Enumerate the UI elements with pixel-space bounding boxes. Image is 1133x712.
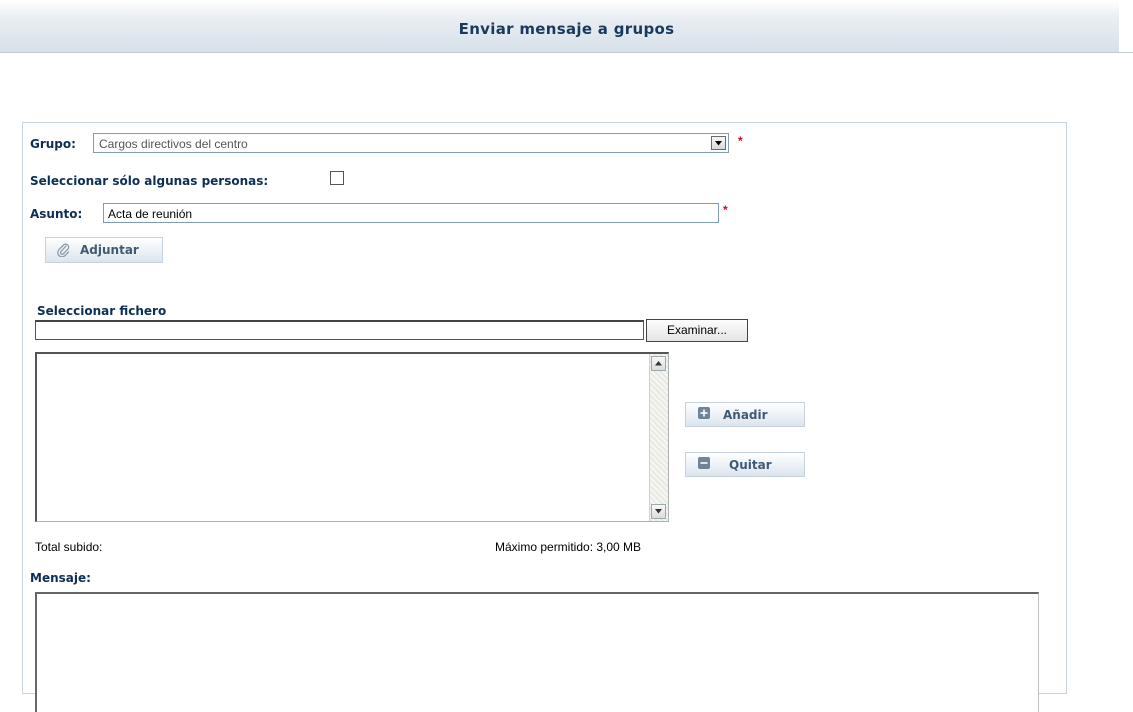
total-subido-label: Total subido: <box>35 540 103 554</box>
adjuntar-button-label: Adjuntar <box>80 243 139 257</box>
asunto-input[interactable]: Acta de reunión <box>103 203 719 223</box>
grupo-label: Grupo: <box>30 137 76 151</box>
header-edge <box>1119 0 1133 52</box>
paperclip-icon <box>57 243 70 260</box>
page-header: Enviar mensaje a grupos <box>0 0 1133 53</box>
seleccionar-fichero-title: Seleccionar fichero <box>37 304 167 318</box>
asunto-input-value: Acta de reunión <box>108 207 193 221</box>
asunto-required-mark: * <box>723 203 728 217</box>
quitar-button[interactable]: Quitar <box>685 452 805 477</box>
scroll-down-button[interactable] <box>651 504 666 519</box>
browse-button[interactable]: Examinar... <box>646 319 748 342</box>
quitar-button-label: Quitar <box>729 458 772 472</box>
select-personas-checkbox[interactable] <box>330 171 344 185</box>
select-personas-label: Seleccionar sólo algunas personas: <box>30 174 269 188</box>
mensaje-label: Mensaje: <box>30 571 91 585</box>
anadir-button[interactable]: Añadir <box>685 402 805 427</box>
scroll-up-button[interactable] <box>651 356 666 371</box>
chevron-down-icon[interactable] <box>711 136 726 150</box>
plus-square-icon <box>698 407 710 419</box>
grupo-select[interactable]: Cargos directivos del centro <box>93 133 729 153</box>
grupo-required-mark: * <box>738 134 743 148</box>
page-title: Enviar mensaje a grupos <box>458 20 675 38</box>
grupo-select-value: Cargos directivos del centro <box>99 137 248 151</box>
asunto-label: Asunto: <box>30 207 83 221</box>
file-path-input[interactable] <box>35 320 644 340</box>
attachments-list[interactable] <box>35 352 669 522</box>
anadir-button-label: Añadir <box>723 408 768 422</box>
minus-square-icon <box>698 457 710 469</box>
attachments-scrollbar[interactable] <box>649 354 668 521</box>
mensaje-textarea[interactable] <box>35 592 1039 712</box>
adjuntar-button[interactable]: Adjuntar <box>45 237 163 263</box>
maximo-permitido-label: Máximo permitido: 3,00 MB <box>495 540 642 554</box>
